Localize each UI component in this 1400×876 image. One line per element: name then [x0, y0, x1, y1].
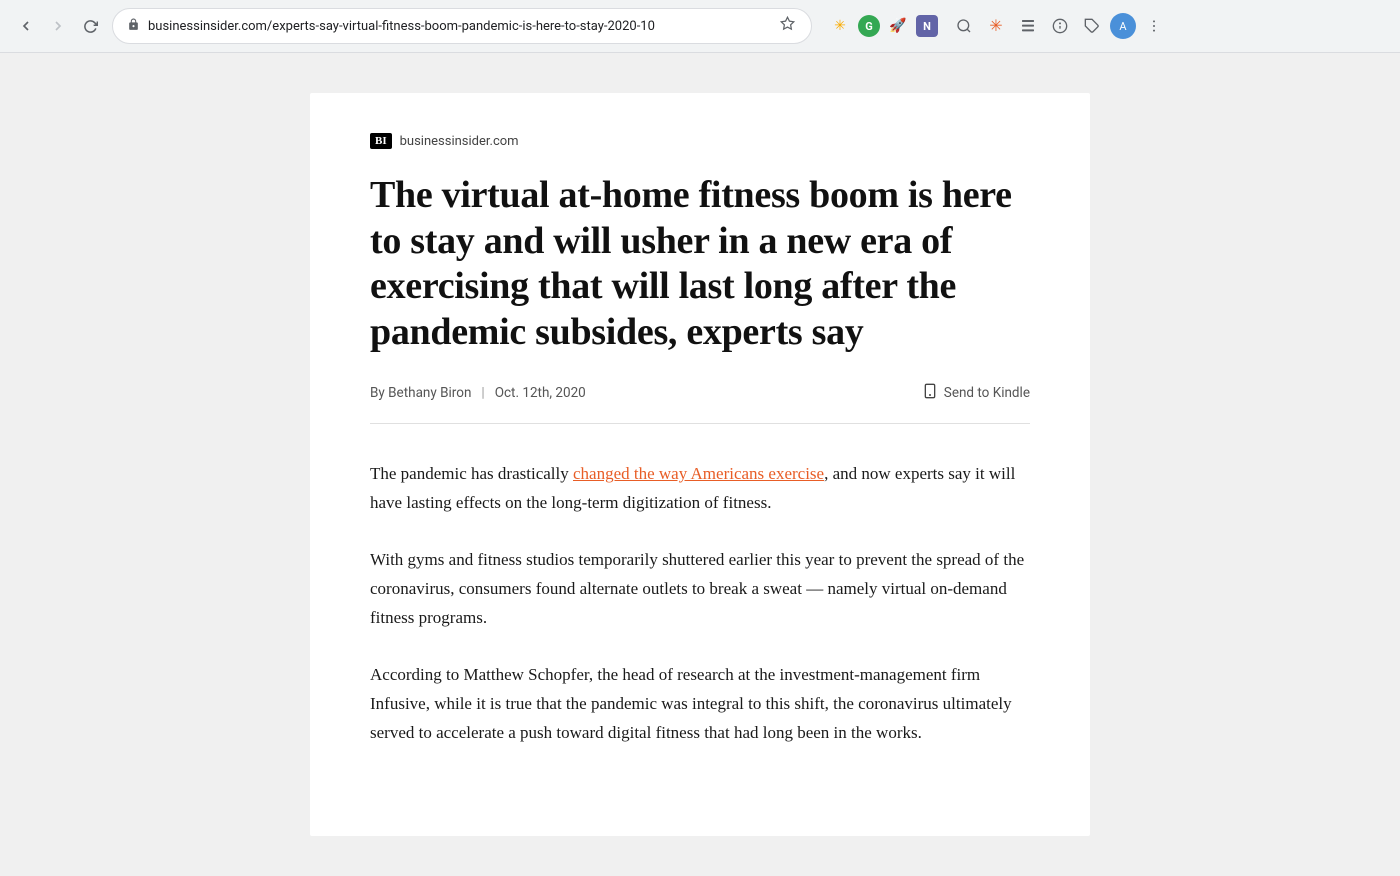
paragraph-1-before-link: The pandemic has drastically: [370, 464, 573, 483]
kindle-icon: [922, 383, 938, 403]
send-to-kindle-button[interactable]: Send to Kindle: [922, 383, 1030, 403]
address-bar[interactable]: businessinsider.com/experts-say-virtual-…: [112, 8, 812, 44]
more-menu-button[interactable]: [1140, 12, 1168, 40]
lock-icon: [127, 18, 140, 35]
puzzle-button[interactable]: [1078, 12, 1106, 40]
user-avatar[interactable]: A: [1110, 13, 1136, 39]
forward-button[interactable]: [44, 12, 72, 40]
browser-top-bar: businessinsider.com/experts-say-virtual-…: [0, 0, 1400, 52]
reload-button[interactable]: [76, 12, 104, 40]
extension-rocket[interactable]: 🚀: [886, 14, 910, 38]
extension-note[interactable]: N: [916, 15, 938, 37]
extension-sun[interactable]: ✳: [828, 14, 852, 38]
article-body: The pandemic has drastically changed the…: [370, 460, 1030, 747]
article-container: BI businessinsider.com The virtual at-ho…: [310, 93, 1090, 836]
search-button[interactable]: [950, 12, 978, 40]
browser-chrome: businessinsider.com/experts-say-virtual-…: [0, 0, 1400, 53]
info-button[interactable]: [1046, 12, 1074, 40]
extension-grammarly[interactable]: G: [858, 15, 880, 37]
nav-buttons: [12, 12, 104, 40]
paragraph-3: According to Matthew Schopfer, the head …: [370, 661, 1030, 748]
browser-extensions: ✳ G 🚀 N: [828, 14, 938, 38]
author: By Bethany Biron: [370, 385, 471, 401]
bookmark-button[interactable]: [778, 14, 797, 38]
back-button[interactable]: [12, 12, 40, 40]
article-date: Oct. 12th, 2020: [495, 385, 586, 401]
paragraph-1: The pandemic has drastically changed the…: [370, 460, 1030, 518]
extension-list[interactable]: [1014, 12, 1042, 40]
source-line: BI businessinsider.com: [370, 133, 1030, 149]
source-domain: businessinsider.com: [400, 134, 519, 149]
send-to-kindle-label: Send to Kindle: [944, 385, 1030, 401]
browser-menu-icons: ✳ A: [950, 12, 1168, 40]
article-meta: By Bethany Biron | Oct. 12th, 2020 Send …: [370, 383, 1030, 424]
paragraph-2: With gyms and fitness studios temporaril…: [370, 546, 1030, 633]
article-link-exercise[interactable]: changed the way Americans exercise: [573, 464, 824, 483]
author-date: By Bethany Biron | Oct. 12th, 2020: [370, 385, 586, 401]
bi-logo: BI: [370, 133, 392, 149]
address-text: businessinsider.com/experts-say-virtual-…: [148, 19, 770, 34]
article-title: The virtual at-home fitness boom is here…: [370, 173, 1030, 355]
extension-snowflake[interactable]: ✳: [982, 12, 1010, 40]
page-wrapper: BI businessinsider.com The virtual at-ho…: [0, 53, 1400, 876]
article-link-exercise-text: changed the way Americans exercise: [573, 464, 824, 483]
meta-separator: |: [481, 385, 484, 401]
